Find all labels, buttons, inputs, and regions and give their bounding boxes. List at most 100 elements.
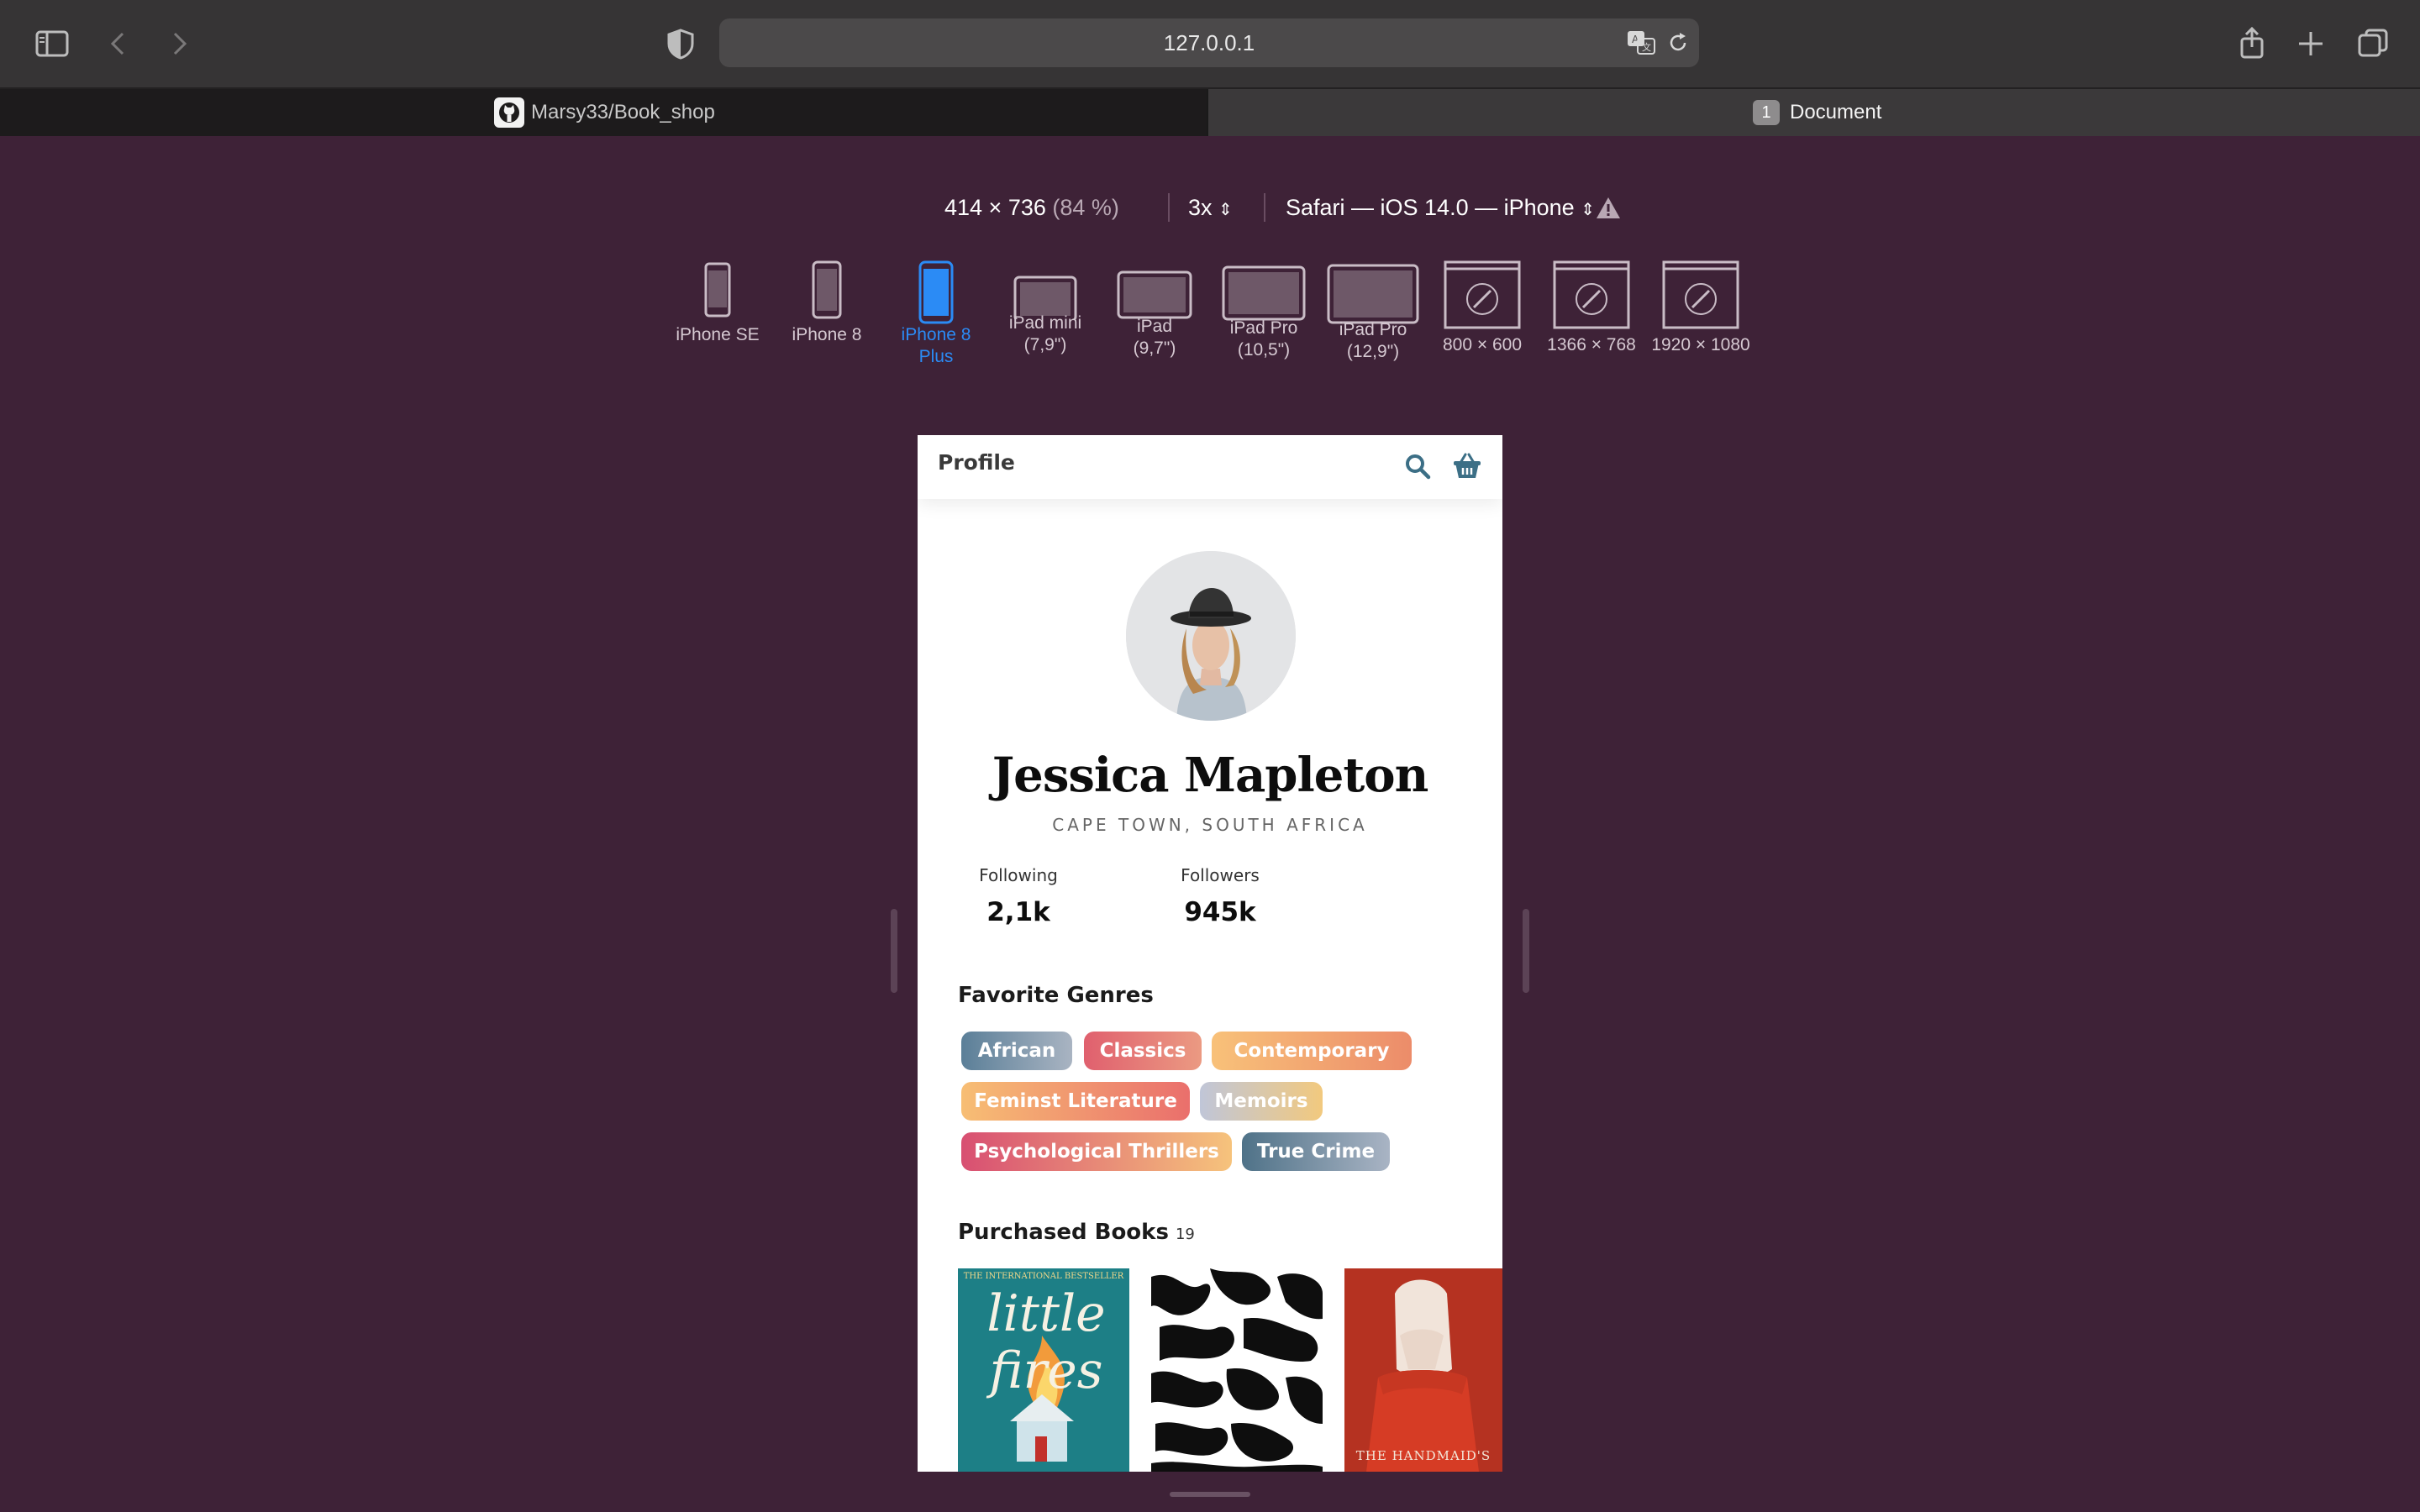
- phone-icon: [704, 262, 731, 318]
- privacy-shield-icon[interactable]: [660, 24, 701, 64]
- book-cover-art: [1344, 1268, 1502, 1472]
- device-presets: iPhone SE iPhone 8 iPhone 8 Plus iPad mi…: [0, 260, 2420, 386]
- followers-value: 945k: [1184, 897, 1256, 927]
- app-header: Profile: [918, 435, 1502, 499]
- profile-location: CAPE TOWN, SOUTH AFRICA: [1052, 815, 1368, 835]
- following-stat[interactable]: Following 2,1k: [934, 865, 1102, 927]
- dimensions-text: 414 × 736: [944, 195, 1046, 220]
- responsive-design-bar: 414 × 736 (84 %) 3x ⇕ Safari — iOS 14.0 …: [0, 188, 2420, 228]
- device-ipad-pro-105[interactable]: iPad Pro (10,5"): [1209, 260, 1318, 361]
- back-icon[interactable]: [99, 24, 139, 64]
- tab-overview-icon[interactable]: [2353, 24, 2393, 64]
- safari-window-icon: [1662, 260, 1739, 329]
- reload-icon[interactable]: [1665, 30, 1691, 55]
- device-label: iPhone 8: [792, 325, 862, 344]
- tablet-icon: [1222, 265, 1306, 321]
- user-agent-text: Safari — iOS 14.0 — iPhone: [1286, 195, 1575, 220]
- followers-label: Followers: [1181, 865, 1260, 885]
- device-iphone-se[interactable]: iPhone SE: [663, 260, 772, 346]
- book-cover-little-fires[interactable]: THE INTERNATIONAL BESTSELLER little fire…: [958, 1268, 1129, 1472]
- device-label: iPad mini (7,9"): [1008, 313, 1082, 354]
- purchased-books-label: Purchased Books: [958, 1220, 1169, 1245]
- phone-icon: [812, 260, 842, 319]
- divider: [1168, 193, 1170, 222]
- forward-icon[interactable]: [158, 24, 198, 64]
- address-bar[interactable]: 127.0.0.1 A 文: [719, 18, 1699, 67]
- book-tagline: THE INTERNATIONAL BESTSELLER: [963, 1272, 1124, 1281]
- translate-icon[interactable]: A 文: [1625, 27, 1659, 59]
- resize-handle-right[interactable]: [1523, 909, 1529, 993]
- genre-chip[interactable]: Contemporary: [1212, 1032, 1412, 1070]
- tablet-icon: [1327, 264, 1419, 324]
- following-value: 2,1k: [986, 897, 1050, 927]
- sidebar-toggle-icon[interactable]: [32, 24, 72, 64]
- user-agent-select[interactable]: Safari — iOS 14.0 — iPhone ⇕: [1286, 195, 1595, 221]
- device-label: 800 × 600: [1442, 335, 1522, 354]
- device-viewport: Profile Jessica Mapleton CAPE TOWN, SOUT…: [918, 435, 1502, 1472]
- device-ipad-pro-129[interactable]: iPad Pro (12,9"): [1318, 260, 1428, 363]
- resize-handle-left[interactable]: [891, 909, 897, 993]
- tablet-icon: [1117, 270, 1192, 319]
- device-iphone-8-plus[interactable]: iPhone 8 Plus: [881, 260, 991, 368]
- tab-book-shop[interactable]: Marsy33/Book_shop: [0, 89, 1207, 136]
- device-800x600[interactable]: 800 × 600: [1428, 260, 1537, 356]
- warning-icon[interactable]: [1595, 195, 1622, 222]
- device-label: iPhone SE: [676, 325, 760, 344]
- book-cover-horses[interactable]: [1151, 1268, 1323, 1472]
- genre-chip[interactable]: Memoirs: [1200, 1082, 1323, 1121]
- tab-document[interactable]: 1 Document: [1207, 89, 2420, 136]
- device-label: iPad Pro (10,5"): [1229, 318, 1298, 360]
- updown-chevron-icon: ⇕: [1581, 201, 1595, 219]
- tab-count-badge: 1: [1753, 100, 1780, 125]
- device-label: 1920 × 1080: [1651, 335, 1750, 354]
- phone-icon: [918, 260, 954, 324]
- avatar: [1126, 551, 1296, 721]
- device-iphone-8[interactable]: iPhone 8: [772, 260, 881, 346]
- profile-name: Jessica Mapleton: [992, 748, 1429, 803]
- device-1366x768[interactable]: 1366 × 768: [1537, 260, 1646, 356]
- genre-chip[interactable]: African: [961, 1032, 1072, 1070]
- genre-chip[interactable]: True Crime: [1242, 1132, 1390, 1171]
- browser-toolbar: 127.0.0.1 A 文: [0, 0, 2420, 89]
- device-label: iPad (9,7"): [1133, 317, 1176, 358]
- device-ipad-mini[interactable]: iPad mini (7,9"): [991, 260, 1100, 356]
- safari-window-icon: [1444, 260, 1521, 329]
- safari-window-icon: [1553, 260, 1630, 329]
- page-title: Profile: [938, 450, 1015, 475]
- search-icon[interactable]: [1403, 452, 1432, 480]
- device-1920x1080[interactable]: 1920 × 1080: [1646, 260, 1755, 356]
- svg-text:文: 文: [1642, 41, 1651, 53]
- github-icon: [494, 97, 524, 128]
- home-indicator: [1170, 1492, 1250, 1497]
- genre-chip[interactable]: Classics: [1084, 1032, 1202, 1070]
- viewport-dimensions[interactable]: 414 × 736 (84 %): [944, 195, 1119, 221]
- device-label: 1366 × 768: [1547, 335, 1636, 354]
- following-label: Following: [979, 865, 1058, 885]
- genre-chip[interactable]: Psychological Thrillers: [961, 1132, 1232, 1171]
- purchased-books-title: Purchased Books 19: [958, 1220, 1195, 1245]
- url-text: 127.0.0.1: [1163, 30, 1255, 55]
- favorite-genres-title: Favorite Genres: [958, 983, 1154, 1008]
- book-cover-art: [1151, 1268, 1323, 1472]
- scale-text: 3x: [1188, 195, 1213, 220]
- tab-label: Document: [1790, 101, 1882, 123]
- profile-photo: [1126, 551, 1296, 721]
- pixel-ratio-select[interactable]: 3x ⇕: [1188, 195, 1233, 221]
- device-label: iPhone 8 Plus: [901, 325, 971, 366]
- tablet-icon: [1013, 276, 1077, 319]
- new-tab-icon[interactable]: [2291, 24, 2331, 64]
- share-icon[interactable]: [2232, 24, 2272, 64]
- book-cover-handmaids-tale[interactable]: THE HANDMAID'S: [1344, 1268, 1502, 1472]
- tab-label: Marsy33/Book_shop: [531, 101, 715, 123]
- purchased-count: 19: [1175, 1226, 1195, 1243]
- genre-chip[interactable]: Feminst Literature: [961, 1082, 1190, 1121]
- book-title: little fires: [986, 1284, 1106, 1400]
- tab-bar: Marsy33/Book_shop 1 Document: [0, 89, 2420, 136]
- zoom-text: (84 %): [1052, 195, 1119, 220]
- updown-chevron-icon: ⇕: [1218, 201, 1233, 219]
- device-label: iPad Pro (12,9"): [1339, 320, 1407, 361]
- book-title: THE HANDMAID'S: [1355, 1448, 1491, 1463]
- basket-icon[interactable]: [1452, 452, 1482, 480]
- device-ipad[interactable]: iPad (9,7"): [1100, 260, 1209, 360]
- followers-stat[interactable]: Followers 945k: [1136, 865, 1304, 927]
